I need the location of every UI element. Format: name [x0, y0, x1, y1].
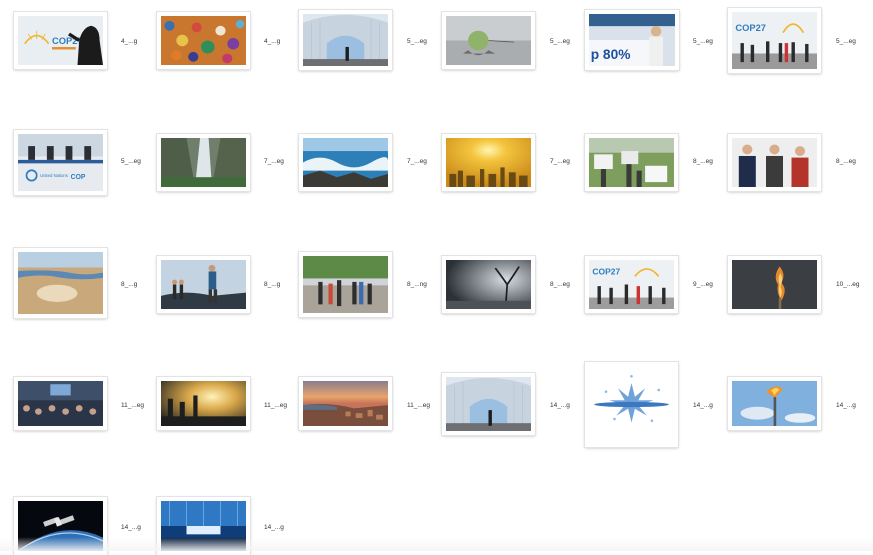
file-name: 8_...g — [264, 281, 281, 288]
file-name: 4_...g — [121, 38, 138, 45]
thumbnail[interactable] — [728, 377, 821, 430]
gas-flare-icon — [732, 381, 817, 426]
coastal-city-sunset-icon — [303, 381, 388, 426]
svg-text:COP27: COP27 — [592, 267, 620, 277]
pavilion-entrance-icon — [303, 14, 388, 66]
svg-text:COP: COP — [71, 174, 86, 181]
thumbnail[interactable] — [157, 256, 250, 313]
thumbnail[interactable] — [299, 10, 392, 70]
thumbnail[interactable] — [585, 134, 678, 191]
file-name: 8_...ng — [407, 281, 427, 288]
water-splash-icon — [589, 366, 674, 443]
file-name: 9_...eg — [693, 281, 713, 288]
thumbnail[interactable] — [728, 134, 821, 191]
panel-stage-icon: United Nations COP — [18, 134, 103, 191]
thumbnail[interactable]: p 80% — [585, 10, 679, 70]
thumbnail[interactable] — [299, 134, 392, 191]
conference-audience-icon — [18, 381, 103, 426]
file-name: 8_...eg — [836, 158, 856, 165]
crowd-colorful-icon — [161, 16, 246, 65]
file-name: 14_...g — [836, 402, 856, 409]
svg-text:COP27: COP27 — [735, 22, 766, 33]
cop27-logo-silhouette-icon: COP27 — [18, 16, 103, 65]
thumbnail[interactable] — [157, 134, 250, 191]
thumbnail[interactable] — [728, 256, 821, 313]
pavilion-entrance-icon — [446, 377, 531, 431]
file-name: 5_...eg — [693, 38, 713, 45]
hazy-sun-city-icon — [446, 138, 531, 187]
thumbnail[interactable] — [442, 373, 535, 435]
file-name: 14_...g — [550, 402, 570, 409]
street-crowd-icon — [303, 256, 388, 313]
file-name: 7_...eg — [407, 158, 427, 165]
thumbnail[interactable] — [299, 252, 392, 317]
file-name: 7_...eg — [550, 158, 570, 165]
file-name: 8_...g — [121, 281, 138, 288]
runners-icon — [161, 260, 246, 309]
file-name: 7_...eg — [264, 158, 284, 165]
file-name: 8_...eg — [693, 158, 713, 165]
file-grid: COP27 4_...g 4_...g 5_...eg 5_...eg p 80… — [0, 0, 873, 555]
waterfall-cliff-icon — [161, 138, 246, 187]
globe-on-rock-icon — [446, 16, 531, 65]
file-name: 14_...g — [693, 402, 713, 409]
svg-text:United Nations: United Nations — [40, 173, 68, 178]
thumbnail[interactable] — [585, 362, 678, 447]
thumbnail[interactable] — [442, 12, 535, 69]
thumbnail[interactable]: COP27 — [14, 12, 107, 69]
file-name: 5_...eg — [550, 38, 570, 45]
thumbnail[interactable] — [299, 377, 392, 430]
thumbnail[interactable]: COP27 — [585, 256, 678, 313]
file-name: 5_...eg — [407, 38, 427, 45]
file-name: 14_...g — [264, 524, 284, 531]
file-name: 11_...eg — [121, 402, 145, 409]
file-name: 14_...g — [121, 524, 141, 531]
storm-tree-icon — [446, 260, 531, 309]
banner-protester-icon: p 80% — [589, 14, 675, 66]
thumbnail[interactable] — [157, 12, 250, 69]
thumbnail[interactable] — [442, 256, 535, 313]
file-name: 11_...eg — [264, 402, 288, 409]
smokestacks-icon — [161, 381, 246, 426]
svg-text:p 80%: p 80% — [591, 46, 631, 62]
thumbnail[interactable] — [14, 248, 107, 318]
dry-riverbed-icon — [18, 252, 103, 314]
bottom-fade — [0, 537, 873, 551]
file-name: 4_...g — [264, 38, 281, 45]
cop27-venue-crowd-icon: COP27 — [732, 12, 817, 69]
file-name: 11_...eg — [407, 402, 431, 409]
file-name: 10_...eg — [836, 281, 860, 288]
thumbnail[interactable] — [442, 134, 535, 191]
thumbnail[interactable]: United Nations COP — [14, 130, 107, 195]
sea-waves-rocks-icon — [303, 138, 388, 187]
three-leaders-icon — [732, 138, 817, 187]
thumbnail[interactable]: COP27 — [728, 8, 821, 73]
file-name: 5_...eg — [836, 38, 856, 45]
thumbnail[interactable] — [157, 377, 250, 430]
cop27-crowd-icon: COP27 — [589, 260, 674, 309]
thumbnail[interactable] — [14, 377, 107, 430]
file-name: 5_...eg — [121, 158, 141, 165]
protest-banners-icon — [589, 138, 674, 187]
burning-match-icon — [732, 260, 817, 309]
file-name: 8_...eg — [550, 281, 570, 288]
